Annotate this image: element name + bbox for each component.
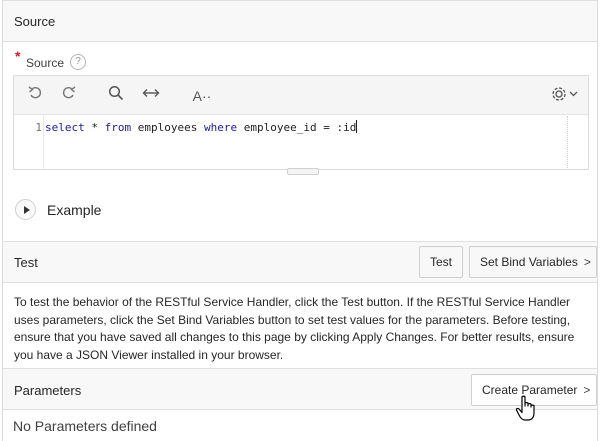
- search-icon[interactable]: [106, 85, 126, 107]
- gear-icon[interactable]: [549, 85, 581, 107]
- line-number: 1: [35, 121, 42, 134]
- test-button[interactable]: Test: [419, 246, 464, 278]
- chevron-right-icon: >: [583, 383, 591, 397]
- editor-resize-handle[interactable]: [287, 168, 319, 175]
- code-keyword: select: [45, 121, 85, 134]
- parameters-section-header: Parameters Create Parameter >: [3, 368, 597, 410]
- set-bind-variables-button[interactable]: Set Bind Variables >: [469, 246, 597, 278]
- example-expand-button[interactable]: [15, 199, 36, 220]
- parameters-section-title: Parameters: [14, 383, 82, 398]
- redo-icon[interactable]: [58, 85, 78, 107]
- editor-toolbar: A··: [14, 76, 588, 115]
- code-keyword: from: [104, 121, 132, 134]
- required-marker: *: [15, 48, 21, 64]
- help-icon[interactable]: ?: [70, 54, 86, 70]
- horizontal-arrows-icon[interactable]: [140, 85, 162, 107]
- source-section-title: Source: [14, 14, 56, 29]
- undo-icon[interactable]: [26, 85, 46, 107]
- code-text: employee_id = :id: [237, 121, 357, 134]
- autocomplete-icon[interactable]: A··: [189, 85, 215, 107]
- code-editor[interactable]: A·· 1 select * from employees where empl…: [13, 75, 589, 170]
- hand-pointer-icon: [515, 395, 539, 423]
- line-gutter: 1: [14, 115, 44, 169]
- code-input[interactable]: select * from employees where employee_i…: [45, 115, 588, 169]
- code-text: *: [84, 121, 105, 134]
- code-line: select * from employees where employee_i…: [45, 120, 358, 134]
- code-text: employees: [131, 121, 204, 134]
- text-cursor: [356, 120, 358, 133]
- source-section-header: Source: [3, 0, 597, 42]
- chevron-right-icon: >: [583, 255, 591, 269]
- test-description: To test the behavior of the RESTful Serv…: [14, 295, 575, 362]
- test-section-header: Test Test Set Bind Variables >: [3, 241, 597, 283]
- page-frame: Source * Source ? A·· 1 select * from em…: [2, 0, 598, 441]
- empty-parameters-message: No Parameters defined: [13, 418, 157, 434]
- print-margin: [567, 116, 568, 168]
- set-bind-variables-label: Set Bind Variables: [480, 255, 578, 269]
- code-keyword: where: [203, 121, 238, 134]
- source-field-label: Source: [26, 56, 65, 70]
- test-section-title: Test: [14, 255, 38, 270]
- example-label[interactable]: Example: [47, 202, 101, 218]
